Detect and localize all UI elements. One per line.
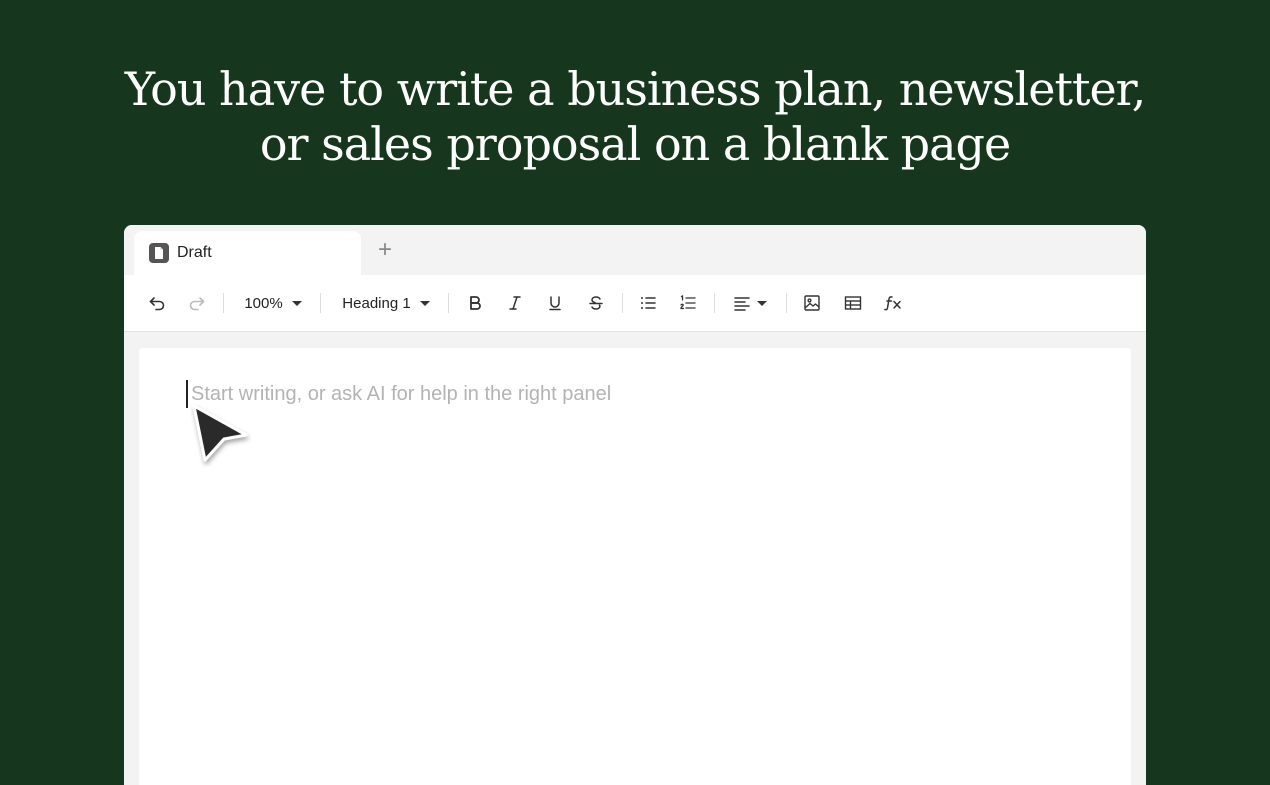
- table-icon: [844, 296, 862, 310]
- headline-line-1: You have to write a business plan, newsl…: [124, 62, 1147, 116]
- image-icon: [804, 295, 820, 311]
- italic-button[interactable]: [504, 291, 526, 315]
- editor-placeholder: Start writing, or ask AI for help in the…: [191, 383, 612, 405]
- redo-icon: [189, 297, 205, 311]
- bullet-list-button[interactable]: [637, 291, 659, 315]
- underline-icon: [549, 296, 561, 311]
- undo-button[interactable]: [146, 291, 168, 315]
- text-style-select[interactable]: Heading 1: [340, 291, 432, 315]
- toolbar-divider: [622, 293, 623, 313]
- bold-icon: [470, 296, 481, 310]
- insert-image-button[interactable]: [801, 291, 823, 315]
- tab-bar: Draft +: [124, 225, 1146, 275]
- underline-button[interactable]: [544, 291, 566, 315]
- headline-line-2: or sales proposal on a blank page: [259, 117, 1011, 171]
- numbered-list-button[interactable]: [677, 291, 699, 315]
- bullet-list-icon: [641, 297, 656, 309]
- align-select[interactable]: [730, 291, 770, 315]
- toolbar-divider: [448, 293, 449, 313]
- toolbar-divider: [320, 293, 321, 313]
- numbered-list-icon: [680, 294, 696, 310]
- align-left-icon: [734, 297, 750, 311]
- mouse-pointer-icon: [186, 398, 252, 475]
- add-tab-button[interactable]: +: [374, 238, 396, 262]
- strikethrough-button[interactable]: [585, 291, 607, 315]
- strikethrough-icon: [589, 296, 603, 310]
- text-style-value: Heading 1: [342, 294, 411, 312]
- chevron-down-icon: [757, 300, 767, 306]
- toolbar-divider: [714, 293, 715, 313]
- document-icon: [149, 243, 169, 263]
- document-page[interactable]: Start writing, or ask AI for help in the…: [139, 348, 1131, 785]
- italic-icon: [509, 296, 521, 310]
- insert-formula-button[interactable]: [882, 291, 904, 315]
- insert-table-button[interactable]: [842, 291, 864, 315]
- undo-icon: [149, 297, 165, 311]
- headline: You have to write a business plan, newsl…: [0, 62, 1270, 172]
- zoom-select[interactable]: 100%: [242, 291, 304, 315]
- tab-label: Draft: [177, 244, 212, 261]
- toolbar-divider: [786, 293, 787, 313]
- tab-draft[interactable]: Draft: [134, 231, 361, 275]
- bold-button[interactable]: [464, 291, 486, 315]
- chevron-down-icon: [419, 300, 430, 306]
- zoom-value: 100%: [244, 294, 283, 312]
- editor-window: Draft + 100% Heading 1 Start writing, or…: [124, 225, 1146, 785]
- redo-button[interactable]: [186, 291, 208, 315]
- chevron-down-icon: [291, 300, 302, 306]
- formatting-toolbar: 100% Heading 1: [124, 275, 1146, 332]
- toolbar-divider: [223, 293, 224, 313]
- formula-icon: [884, 296, 901, 311]
